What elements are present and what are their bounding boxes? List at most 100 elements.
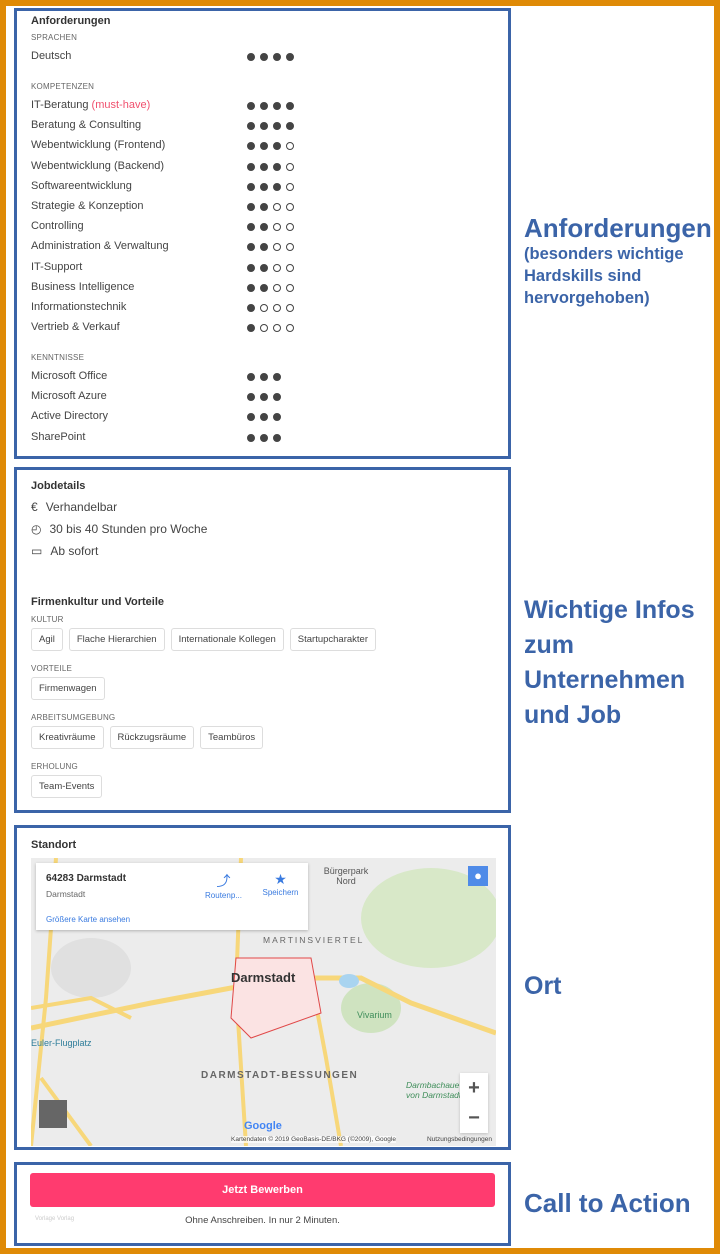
filled-dot-icon — [260, 182, 268, 191]
save-place-button[interactable]: ★ Speichern — [258, 871, 303, 897]
skill-label: Controlling — [31, 220, 84, 233]
skill-row: Microsoft Azure — [31, 390, 301, 406]
google-logo: Google — [244, 1120, 282, 1132]
skill-row: Business Intelligence — [31, 281, 301, 297]
map-label-city: Darmstadt — [231, 970, 296, 985]
skill-row: Controlling — [31, 220, 301, 236]
must-have-badge: (must-have) — [91, 99, 151, 111]
map-label-north: Bürgerpark Nord — [323, 866, 369, 886]
empty-dot-icon — [286, 283, 294, 292]
filled-dot-icon — [247, 162, 255, 171]
empty-dot-icon — [273, 203, 281, 211]
filled-dot-icon — [286, 53, 294, 61]
filled-dot-icon — [260, 223, 268, 232]
caption: KOMPETENZEN — [31, 82, 95, 91]
culture-tag: Flache Hierarchien — [68, 628, 165, 651]
tag-list: Kreativräume Rückzugsräume Teambüros — [31, 726, 264, 749]
filled-dot-icon — [273, 162, 281, 171]
skill-label: Webentwicklung (Frontend) — [31, 139, 166, 152]
zoom-out-button[interactable]: − — [460, 1103, 488, 1133]
zoom-in-button[interactable]: + — [460, 1073, 488, 1103]
culture-caption: ERHOLUNG — [31, 762, 78, 771]
skill-label: Softwareentwicklung — [31, 179, 132, 192]
skill-level-rating — [247, 122, 294, 131]
jobdetail-item: ◴ 30 bis 40 Stunden pro Woche — [31, 522, 207, 536]
empty-dot-icon — [273, 283, 281, 292]
skill-label: Beratung & Consulting — [31, 119, 142, 132]
culture-caption: VORTEILE — [31, 664, 73, 673]
filled-dot-icon — [273, 142, 281, 151]
location-section: Standort Darmstadt Bürgerpark Nord MARTI… — [14, 825, 511, 1150]
empty-dot-icon — [260, 304, 268, 312]
filled-dot-icon — [247, 53, 255, 61]
culture-tag: Internationale Kollegen — [170, 628, 284, 651]
skill-label: Deutsch — [31, 50, 72, 62]
skill-level-rating — [247, 393, 281, 402]
map-label-martinsviertel: MARTINSVIERTEL — [263, 935, 365, 945]
filled-dot-icon — [260, 162, 268, 171]
filled-dot-icon — [247, 283, 255, 292]
culture-tag: Rückzugsräume — [109, 726, 195, 749]
skill-level-rating — [247, 203, 294, 211]
caption: SPRACHEN — [31, 33, 78, 42]
jobdetail-item: ▭ Ab sofort — [31, 544, 98, 558]
culture-caption: KULTUR — [31, 615, 64, 624]
filled-dot-icon — [260, 203, 268, 211]
annotation-requirements-sub: (besonders wichtige Hardskills sind herv… — [524, 245, 684, 307]
skill-level-rating — [247, 283, 294, 292]
skill-level-rating — [247, 243, 294, 252]
clock-icon: ◴ — [31, 522, 42, 536]
empty-dot-icon — [286, 263, 294, 272]
skill-level-rating — [247, 324, 294, 333]
empty-dot-icon — [286, 304, 294, 312]
skill-level-rating — [247, 162, 294, 171]
skill-level-rating — [247, 373, 281, 381]
larger-map-link[interactable]: Größere Karte ansehen — [46, 915, 130, 924]
directions-icon: ⤴ — [216, 873, 231, 889]
route-button[interactable]: ⤴ Routenp... — [201, 871, 246, 900]
culture-tag: Firmenwagen — [31, 677, 105, 700]
filled-dot-icon — [247, 373, 255, 381]
skill-label: Microsoft Azure — [31, 390, 107, 403]
page: Anforderungen SPRACHEN Deutsch KOMPETENZ… — [6, 6, 714, 1248]
terms-link[interactable]: Nutzungsbedingungen — [427, 1136, 492, 1143]
save-label: Speichern — [262, 888, 299, 897]
apply-note: Ohne Anschreiben. In nur 2 Minuten. — [185, 1215, 340, 1226]
empty-dot-icon — [286, 324, 294, 333]
skill-level-rating — [247, 263, 294, 272]
filled-dot-icon — [273, 413, 281, 422]
empty-dot-icon — [273, 223, 281, 232]
apply-button[interactable]: Jetzt Bewerben — [30, 1173, 495, 1207]
empty-dot-icon — [286, 182, 294, 191]
filled-dot-icon — [260, 413, 268, 422]
requirements-section: Anforderungen SPRACHEN Deutsch KOMPETENZ… — [14, 8, 511, 459]
calendar-icon: ▭ — [31, 544, 43, 558]
filled-dot-icon — [286, 122, 294, 131]
filled-dot-icon — [273, 182, 281, 191]
filled-dot-icon — [260, 53, 268, 61]
filled-dot-icon — [247, 393, 255, 402]
culture-tag: Agil — [31, 628, 63, 651]
skill-label: Strategie & Konzeption — [31, 200, 144, 212]
caption: KENNTNISSE — [31, 353, 85, 362]
filled-dot-icon — [273, 122, 281, 131]
skill-row: Beratung & Consulting — [31, 119, 301, 135]
euro-icon: € — [31, 500, 38, 514]
skill-level-rating — [247, 102, 294, 110]
culture-caption: ARBEITSUMGEBUNG — [31, 713, 116, 722]
street-view-icon[interactable]: ● — [468, 866, 488, 886]
filled-dot-icon — [247, 102, 255, 110]
map-label-airport: Euler-Flugplatz — [31, 1038, 92, 1048]
place-card: 64283 Darmstadt Darmstadt Größere Karte … — [36, 863, 308, 930]
tag-list: Team-Events — [31, 775, 103, 798]
filled-dot-icon — [260, 122, 268, 131]
skill-level-rating — [247, 142, 294, 151]
map[interactable]: Darmstadt Bürgerpark Nord MARTINSVIERTEL… — [31, 858, 496, 1146]
skill-row: Webentwicklung (Backend) — [31, 160, 301, 176]
satellite-toggle[interactable] — [39, 1100, 67, 1128]
filled-dot-icon — [260, 243, 268, 252]
filled-dot-icon — [273, 53, 281, 61]
map-label-bessungen: DARMSTADT-BESSUNGEN — [201, 1070, 359, 1081]
skill-row: IT-Beratung (must-have) — [31, 99, 301, 115]
culture-tag: Kreativräume — [31, 726, 104, 749]
